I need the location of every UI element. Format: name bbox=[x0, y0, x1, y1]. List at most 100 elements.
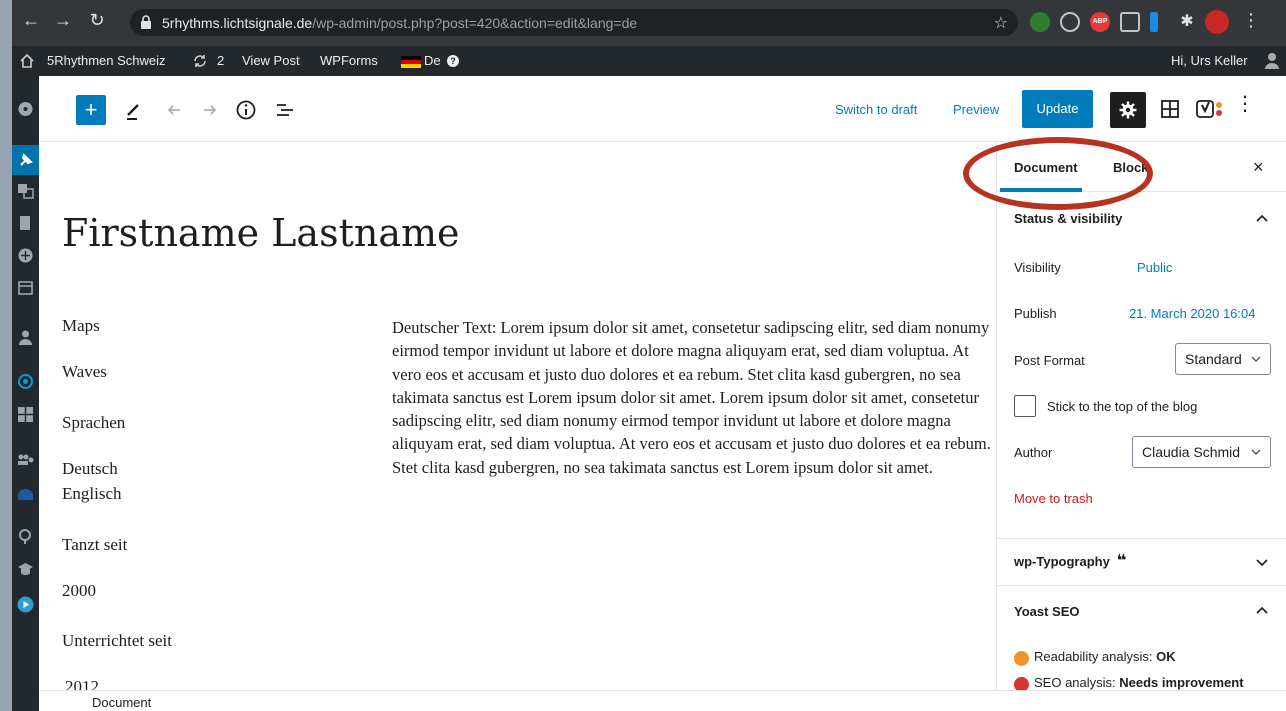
german-flag-icon bbox=[401, 56, 421, 68]
venue-icon[interactable] bbox=[17, 486, 34, 503]
translations-icon[interactable] bbox=[17, 182, 34, 199]
readability-analysis[interactable]: Readability analysis: OK bbox=[1034, 649, 1176, 665]
readability-value: OK bbox=[1156, 649, 1176, 664]
settings-sidebar: Document Block × Status & visibility Vis… bbox=[996, 142, 1286, 690]
add-block-button[interactable]: + bbox=[76, 95, 106, 125]
pin-posts-icon[interactable] bbox=[17, 152, 34, 169]
preview-button[interactable]: Preview bbox=[953, 102, 999, 118]
label-sprachen[interactable]: Sprachen bbox=[62, 413, 125, 433]
chevron-down-icon bbox=[1251, 449, 1261, 455]
pages-icon[interactable] bbox=[17, 215, 34, 232]
puzzle-extensions-icon[interactable]: ✱ bbox=[1177, 12, 1197, 32]
chevron-down-icon bbox=[1251, 356, 1261, 362]
dashboard-icon[interactable] bbox=[17, 100, 34, 117]
yoast-icon[interactable] bbox=[1194, 96, 1228, 122]
post-title[interactable]: Firstname Lastname bbox=[62, 210, 460, 256]
publish-date-value[interactable]: 21. March 2020 16:04 bbox=[1129, 306, 1255, 322]
reload-icon[interactable]: ↻ bbox=[86, 9, 108, 31]
forward-arrow-icon[interactable]: → bbox=[52, 9, 74, 31]
author-select[interactable]: Claudia Schmid bbox=[1132, 436, 1271, 468]
move-to-trash-link[interactable]: Move to trash bbox=[1014, 491, 1093, 507]
address-bar[interactable]: 5rhythms.lichtsignale.de/wp-admin/post.p… bbox=[130, 9, 1018, 36]
breadcrumb-document[interactable]: Document bbox=[92, 696, 151, 710]
label-unterrichtet-seit[interactable]: Unterrichtet seit bbox=[62, 631, 172, 651]
language-switcher[interactable]: De bbox=[424, 54, 441, 68]
post-format-select[interactable]: Standard bbox=[1175, 343, 1271, 375]
status-visibility-title[interactable]: Status & visibility bbox=[1014, 211, 1122, 227]
seo-status-icon bbox=[1014, 677, 1029, 690]
wpforms-link[interactable]: WPForms bbox=[320, 54, 378, 68]
sticky-checkbox[interactable] bbox=[1014, 395, 1036, 417]
seo-label: SEO analysis: bbox=[1034, 675, 1120, 690]
user-avatar-icon[interactable] bbox=[1264, 52, 1280, 70]
editor-toolbar: + Switch to draft Preview Update ⋮ bbox=[39, 76, 1286, 142]
more-options-icon[interactable]: ⋮ bbox=[1235, 94, 1255, 114]
chevron-up-icon[interactable] bbox=[1255, 212, 1269, 226]
groups-icon[interactable] bbox=[17, 451, 34, 468]
author-value: Claudia Schmid bbox=[1142, 444, 1241, 460]
user-greeting[interactable]: Hi, Urs Keller bbox=[1171, 54, 1248, 68]
editor-canvas: Firstname Lastname Maps Waves Sprachen D… bbox=[39, 142, 996, 696]
url-text: 5rhythms.lichtsignale.de/wp-admin/post.p… bbox=[162, 15, 637, 31]
post-format-value: Standard bbox=[1185, 351, 1242, 367]
paragraph-block[interactable]: Deutscher Text: Lorem ipsum dolor sit am… bbox=[392, 316, 992, 479]
wp-typography-title[interactable]: wp-Typography ❝ bbox=[1014, 551, 1127, 570]
post-format-label: Post Format bbox=[1014, 353, 1085, 368]
update-button[interactable]: Update bbox=[1022, 90, 1093, 128]
label-maps[interactable]: Maps bbox=[62, 316, 100, 336]
wp-admin-bar: 5Rhythmen Schweiz 2 View Post WPForms De… bbox=[12, 46, 1286, 76]
switch-to-draft-button[interactable]: Switch to draft bbox=[835, 102, 917, 118]
back-arrow-icon[interactable]: ← bbox=[20, 9, 42, 31]
profile-avatar[interactable] bbox=[1205, 10, 1229, 34]
chevron-up-icon[interactable] bbox=[1255, 604, 1269, 618]
label-deutsch[interactable]: Deutsch bbox=[62, 459, 118, 479]
info-icon[interactable] bbox=[233, 97, 259, 123]
site-name-link[interactable]: 5Rhythmen Schweiz bbox=[47, 54, 166, 68]
grid-tools-icon[interactable] bbox=[17, 406, 34, 423]
help-icon[interactable]: ? bbox=[447, 55, 459, 67]
browser-toolbar: ← → ↻ 5rhythms.lichtsignale.de/wp-admin/… bbox=[12, 0, 1286, 46]
calendar-icon[interactable] bbox=[17, 279, 34, 296]
graduation-cap-icon[interactable] bbox=[17, 561, 34, 578]
label-waves[interactable]: Waves bbox=[62, 362, 107, 382]
pocket-extension-icon[interactable] bbox=[1060, 12, 1080, 32]
label-2000[interactable]: 2000 bbox=[62, 581, 96, 601]
browser-menu-icon[interactable]: ⋮ bbox=[1240, 9, 1262, 31]
block-navigation-icon[interactable] bbox=[272, 97, 298, 123]
events-icon[interactable] bbox=[17, 247, 34, 264]
screen: ← → ↻ 5rhythms.lichtsignale.de/wp-admin/… bbox=[0, 0, 1286, 711]
seo-value: Needs improvement bbox=[1119, 675, 1244, 690]
quote-icon: ❝ bbox=[1116, 551, 1127, 570]
edit-pencil-icon[interactable] bbox=[121, 97, 147, 123]
label-tanzt-seit[interactable]: Tanzt seit bbox=[62, 535, 127, 555]
stats-extension-icon[interactable] bbox=[1150, 12, 1158, 32]
bookmark-star-icon[interactable]: ☆ bbox=[994, 13, 1008, 33]
undo-icon[interactable] bbox=[161, 97, 187, 123]
url-host: 5rhythms.lichtsignale.de bbox=[162, 15, 313, 31]
updates-icon[interactable] bbox=[192, 53, 208, 69]
yoast-seo-title[interactable]: Yoast SEO bbox=[1014, 604, 1080, 620]
redo-icon[interactable] bbox=[197, 97, 223, 123]
close-icon[interactable]: × bbox=[1253, 158, 1264, 176]
url-path: /wp-admin/post.php?post=420&action=edit&… bbox=[312, 15, 638, 31]
updates-count[interactable]: 2 bbox=[217, 54, 224, 68]
shield-extension-icon[interactable] bbox=[1120, 12, 1140, 32]
sticky-label[interactable]: Stick to the top of the blog bbox=[1047, 399, 1197, 415]
settings-button[interactable] bbox=[1110, 92, 1146, 128]
search-engine-icon[interactable] bbox=[17, 528, 34, 545]
desktop-edge bbox=[0, 0, 12, 711]
author-label: Author bbox=[1014, 445, 1053, 460]
circle-logo-icon[interactable] bbox=[17, 373, 34, 390]
chevron-down-icon[interactable] bbox=[1255, 555, 1269, 569]
evernote-extension-icon[interactable] bbox=[1030, 12, 1050, 32]
block-layout-icon[interactable] bbox=[1157, 96, 1183, 122]
section-divider bbox=[997, 585, 1286, 586]
play-circle-icon[interactable] bbox=[17, 596, 34, 613]
seo-analysis[interactable]: SEO analysis: Needs improvement bbox=[1034, 675, 1244, 690]
home-icon[interactable] bbox=[19, 53, 35, 69]
visibility-value[interactable]: Public bbox=[1137, 260, 1172, 276]
label-englisch[interactable]: Englisch bbox=[62, 484, 122, 504]
users-icon[interactable] bbox=[17, 329, 34, 346]
view-post-link[interactable]: View Post bbox=[242, 54, 300, 68]
adblock-extension-icon[interactable]: ABP bbox=[1090, 12, 1110, 32]
